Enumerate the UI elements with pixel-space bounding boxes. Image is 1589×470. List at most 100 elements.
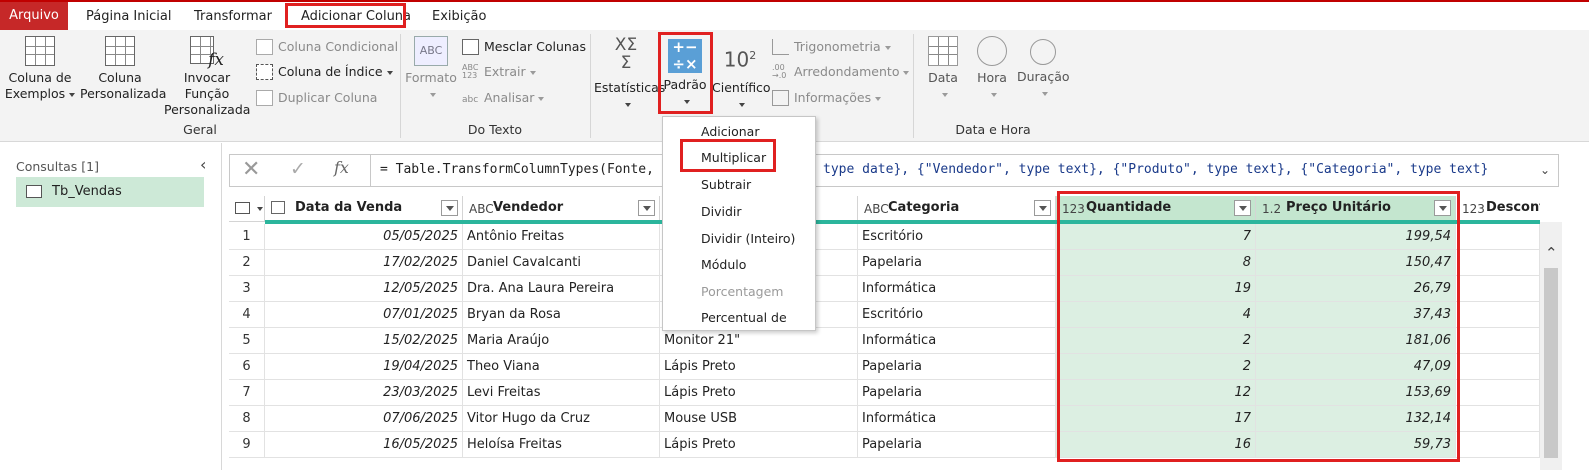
text-type-icon[interactable]: ABC	[469, 197, 494, 221]
menu-item-percent-of[interactable]: Percentual de	[701, 310, 787, 325]
cell-n[interactable]: 8	[229, 406, 265, 432]
table-row[interactable]: 3 12/05/2025 Dra. Ana Laura Pereira Informá…	[229, 276, 1540, 302]
cell-disc[interactable]	[1456, 354, 1540, 380]
cell-n[interactable]: 6	[229, 354, 265, 380]
cell-n[interactable]: 2	[229, 250, 265, 276]
formula-text-left[interactable]: = Table.TransformColumnTypes(Fonte,	[380, 162, 654, 177]
date-type-icon[interactable]	[271, 201, 285, 214]
cell-n[interactable]: 1	[229, 224, 265, 250]
cell-disc[interactable]	[1456, 328, 1540, 354]
filter-dropdown-icon[interactable]	[1434, 200, 1451, 216]
collapse-pane-icon[interactable]: ‹	[200, 155, 206, 174]
cell-category[interactable]: Papelaria	[858, 432, 1056, 458]
cell-date[interactable]: 15/02/2025	[265, 328, 463, 354]
cell-category[interactable]: Escritório	[858, 302, 1056, 328]
table-row[interactable]: 2 17/02/2025 Daniel Cavalcanti Papelaria 8 15…	[229, 250, 1540, 276]
cell-disc[interactable]	[1456, 432, 1540, 458]
cell-seller[interactable]: Antônio Freitas	[463, 224, 660, 250]
duration-button[interactable]: Duração	[1017, 36, 1070, 101]
cell-price[interactable]: 199,54	[1256, 224, 1456, 250]
cell-category[interactable]: Papelaria	[858, 380, 1056, 406]
cell-date[interactable]: 17/02/2025	[265, 250, 463, 276]
rounding-button[interactable]: .00 →.0 Arredondamento	[772, 62, 910, 82]
menu-item-percentage[interactable]: Porcentagem	[701, 284, 783, 299]
statistics-button[interactable]: XΣ Σ Estatísticas	[594, 36, 665, 112]
cell-category[interactable]: Informática	[858, 406, 1056, 432]
table-row[interactable]: 9 16/05/2025 Heloísa Freitas Lápis Preto Pap…	[229, 432, 1540, 458]
table-menu-icon[interactable]	[229, 196, 265, 222]
filter-dropdown-icon[interactable]	[441, 200, 458, 216]
cell-n[interactable]: 9	[229, 432, 265, 458]
cell-date[interactable]: 12/05/2025	[265, 276, 463, 302]
cell-price[interactable]: 153,69	[1256, 380, 1456, 406]
header-quantidade[interactable]: 123 Quantidade	[1056, 196, 1256, 222]
date-button[interactable]: Data	[920, 36, 966, 102]
menu-item-subtract[interactable]: Subtrair	[701, 177, 751, 192]
cell-date[interactable]: 16/05/2025	[265, 432, 463, 458]
menu-item-multiply[interactable]: Multiplicar	[701, 150, 766, 165]
confirm-icon[interactable]: ✓	[290, 158, 306, 180]
cell-qty[interactable]: 16	[1056, 432, 1256, 458]
cell-product[interactable]: Lápis Preto	[660, 380, 858, 406]
tab-view[interactable]: Exibição	[420, 4, 498, 30]
cell-price[interactable]: 150,47	[1256, 250, 1456, 276]
cell-price[interactable]: 37,43	[1256, 302, 1456, 328]
integer-type-icon[interactable]: 123	[1462, 197, 1485, 221]
cell-qty[interactable]: 8	[1056, 250, 1256, 276]
integer-type-icon[interactable]: 123	[1062, 197, 1085, 221]
cell-product[interactable]: Lápis Preto	[660, 354, 858, 380]
cell-seller[interactable]: Dra. Ana Laura Pereira	[463, 276, 660, 302]
scientific-button[interactable]: 102 Científico	[712, 36, 771, 112]
cell-category[interactable]: Escritório	[858, 224, 1056, 250]
cell-category[interactable]: Informática	[858, 276, 1056, 302]
cell-category[interactable]: Papelaria	[858, 354, 1056, 380]
cell-disc[interactable]	[1456, 380, 1540, 406]
tab-add-column[interactable]: Adicionar Coluna	[289, 4, 423, 30]
tab-file[interactable]: Arquivo	[0, 2, 68, 30]
vertical-scrollbar[interactable]: ⌃	[1540, 222, 1562, 470]
header-vendedor[interactable]: ABC Vendedor	[463, 196, 660, 222]
decimal-type-icon[interactable]: 1.2	[1262, 197, 1281, 221]
cell-category[interactable]: Papelaria	[858, 250, 1056, 276]
query-item-tb-vendas[interactable]: Tb_Vendas	[16, 177, 204, 207]
time-button[interactable]: Hora	[970, 36, 1014, 102]
duplicate-column-button[interactable]: Duplicar Coluna	[256, 88, 377, 108]
menu-item-integer-divide[interactable]: Dividir (Inteiro)	[701, 231, 795, 246]
trigonometry-button[interactable]: Trigonometria	[772, 37, 891, 57]
cell-price[interactable]: 59,73	[1256, 432, 1456, 458]
cell-disc[interactable]	[1456, 406, 1540, 432]
cell-product[interactable]: Lápis Preto	[660, 432, 858, 458]
parse-button[interactable]: abc Analisar	[462, 88, 545, 108]
merge-columns-button[interactable]: Mesclar Colunas	[462, 37, 586, 57]
cell-date[interactable]: 19/04/2025	[265, 354, 463, 380]
table-row[interactable]: 4 07/01/2025 Bryan da Rosa Escritório 4 37,43	[229, 302, 1540, 328]
cell-n[interactable]: 3	[229, 276, 265, 302]
header-preco-unitario[interactable]: 1.2 Preço Unitário	[1256, 196, 1456, 222]
cell-disc[interactable]	[1456, 250, 1540, 276]
filter-dropdown-icon[interactable]	[638, 200, 655, 216]
cell-seller[interactable]: Daniel Cavalcanti	[463, 250, 660, 276]
table-row[interactable]: 8 07/06/2025 Vitor Hugo da Cruz Mouse USB In…	[229, 406, 1540, 432]
cell-seller[interactable]: Vitor Hugo da Cruz	[463, 406, 660, 432]
table-row[interactable]: 7 23/03/2025 Levi Freitas Lápis Preto Papela…	[229, 380, 1540, 406]
cell-category[interactable]: Informática	[858, 328, 1056, 354]
cell-qty[interactable]: 4	[1056, 302, 1256, 328]
cell-price[interactable]: 181,06	[1256, 328, 1456, 354]
cell-seller[interactable]: Theo Viana	[463, 354, 660, 380]
tab-transform[interactable]: Transformar	[182, 4, 284, 30]
format-button[interactable]: ABC Formato	[404, 36, 458, 102]
function-icon[interactable]: fx	[334, 158, 349, 177]
header-data-da-venda[interactable]: Data da Venda	[265, 196, 463, 222]
custom-column-button[interactable]: Coluna Personalizada	[80, 36, 166, 102]
invoke-function-button[interactable]: fx Invocar Função Personalizada	[164, 36, 250, 118]
cell-n[interactable]: 5	[229, 328, 265, 354]
formula-text-right[interactable]: type date}, {"Vendedor", type text}, {"P…	[823, 162, 1488, 177]
scroll-up-icon[interactable]: ⌃	[1545, 244, 1558, 262]
extract-button[interactable]: ABC 123 Extrair	[462, 62, 536, 82]
table-row[interactable]: 1 05/05/2025 Antônio Freitas Escritório 7 199…	[229, 224, 1540, 250]
cell-seller[interactable]: Levi Freitas	[463, 380, 660, 406]
cell-n[interactable]: 7	[229, 380, 265, 406]
cell-product[interactable]: Monitor 21"	[660, 328, 858, 354]
cancel-icon[interactable]: ✕	[242, 157, 260, 182]
cell-seller[interactable]: Heloísa Freitas	[463, 432, 660, 458]
